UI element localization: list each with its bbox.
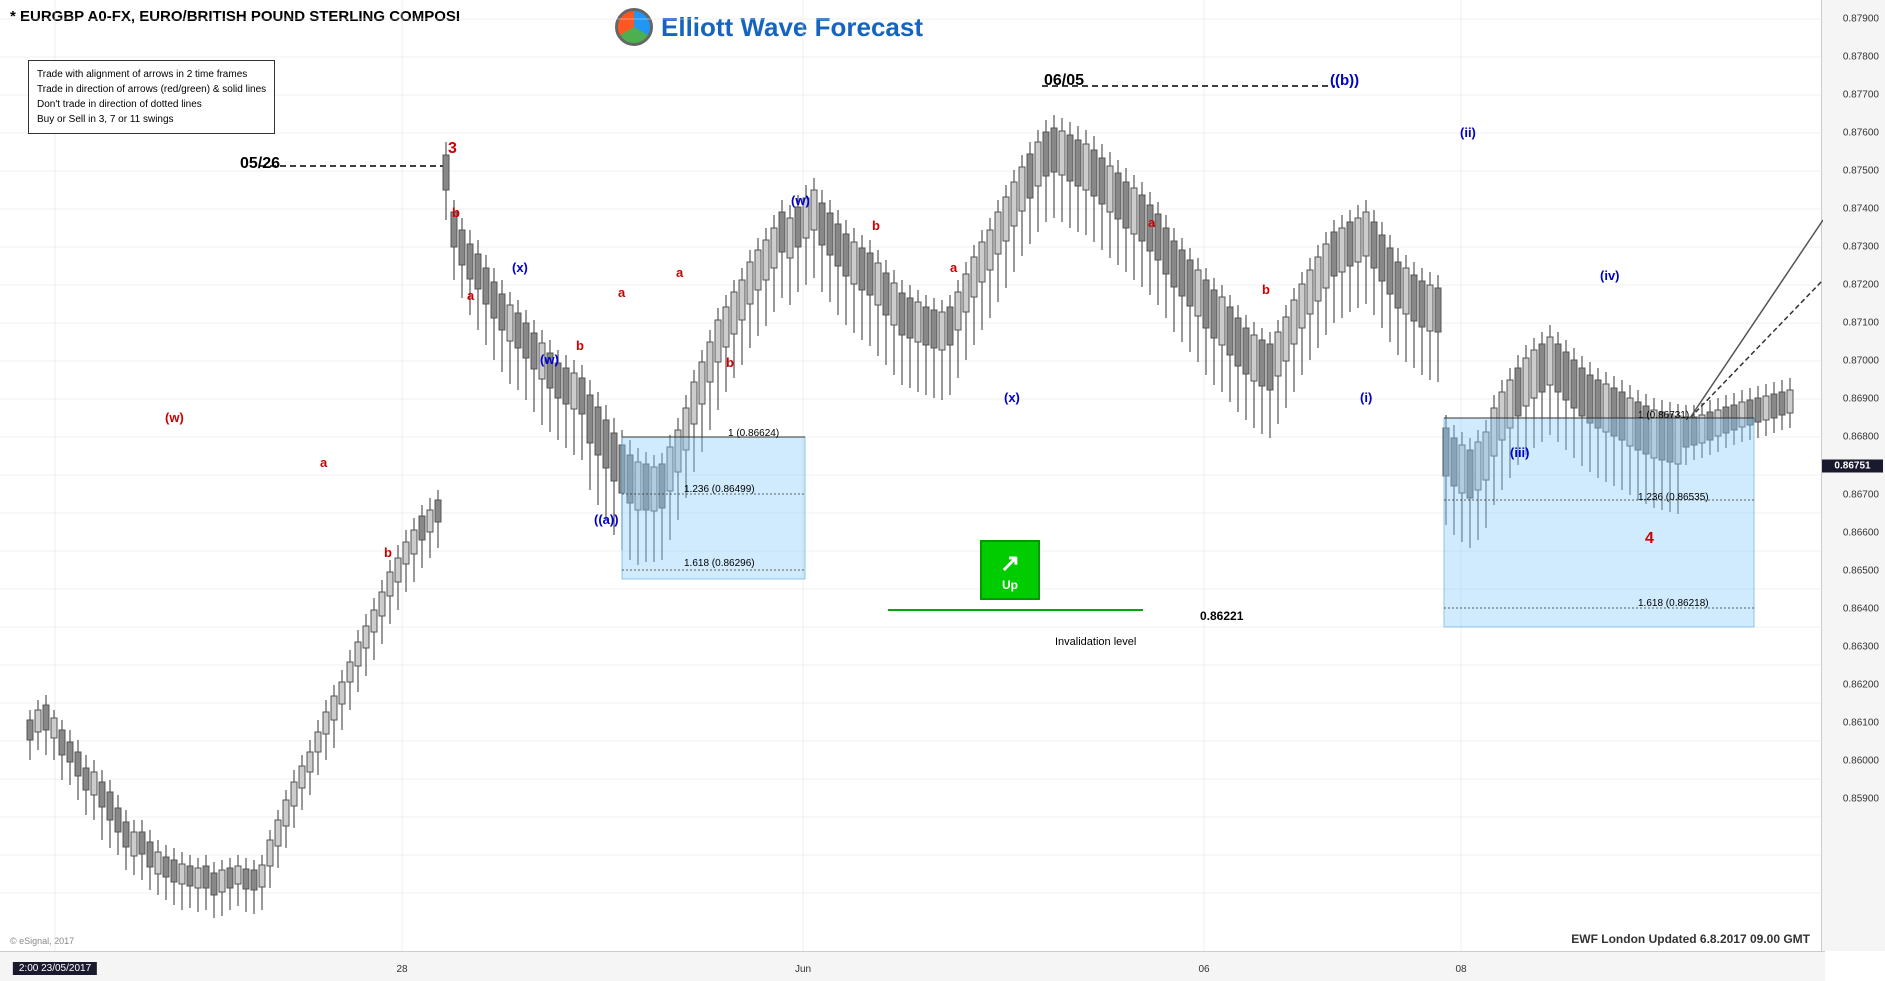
wave-label-a2: a [467,288,474,303]
wave-label-a3: a [618,285,625,300]
wave-label-a5: a [950,260,957,275]
wave-label-b5: b [872,218,880,233]
wave-label-w3: (w) [791,193,810,208]
wave-label-a6: a [1148,215,1155,230]
price-0875: 0.87500 [1843,166,1879,177]
fib-label-1236b: 1.236 (0.86535) [1638,492,1709,503]
wave-label-x2: (x) [1004,390,1020,405]
wave-label-aa: ((a)) [594,512,619,527]
price-0866: 0.86600 [1843,527,1879,538]
wave-label-ii: (ii) [1460,125,1476,140]
price-0874: 0.87400 [1843,204,1879,215]
wave-label-x1: (x) [512,260,528,275]
wave-label-b6: b [1262,282,1270,297]
up-signal-label: Up [1002,578,1018,592]
price-0871: 0.87100 [1843,318,1879,329]
wave-label-b4: b [726,355,734,370]
price-0873: 0.87300 [1843,242,1879,253]
fib-label-1b: 1 (0.86731) [1638,410,1689,421]
wave-label-a1: a [320,455,327,470]
instruction-line-3: Don't trade in direction of dotted lines [37,97,266,112]
price-0859: 0.85900 [1843,793,1879,804]
price-0879: 0.87900 [1843,14,1879,25]
wave-label-a4: a [676,265,683,280]
price-0872: 0.87200 [1843,280,1879,291]
price-0870: 0.87000 [1843,356,1879,367]
price-0863: 0.86300 [1843,641,1879,652]
fib-label-1618b: 1.618 (0.86218) [1638,598,1709,609]
price-current: 0.86751 [1822,459,1883,472]
wave-label-0605: 06/05 [1044,72,1084,90]
price-0877: 0.87700 [1843,90,1879,101]
invalidation-label: Invalidation level [1055,636,1136,648]
price-0864: 0.86400 [1843,603,1879,614]
wave-label-w1: (w) [165,410,184,425]
price-axis-bg: 0.87900 0.87800 0.87700 0.87600 0.87500 … [1821,0,1883,951]
wave-label-i: (i) [1360,390,1372,405]
instructions-box: Trade with alignment of arrows in 2 time… [28,60,275,134]
wave-label-iii: (iii) [1510,445,1530,460]
up-arrow-icon: ↗ [1000,549,1020,578]
instruction-line-1: Trade with alignment of arrows in 2 time… [37,67,266,82]
fib-label-1618a: 1.618 (0.86296) [684,558,755,569]
price-0869: 0.86900 [1843,394,1879,405]
price-0861: 0.86100 [1843,717,1879,728]
time-label-06: 06 [1198,964,1209,975]
price-0860: 0.86000 [1843,755,1879,766]
price-0865: 0.86500 [1843,565,1879,576]
wave-label-3: 3 [448,140,457,158]
wave-label-w2: (w) [540,352,559,367]
up-signal-box: ↗ Up [980,540,1040,600]
time-label-jun: Jun [795,964,811,975]
wave-label-iv: (iv) [1600,268,1620,283]
time-label-08: 08 [1455,964,1466,975]
wave-label-0526: 05/26 [240,155,280,173]
time-label-start: 2:00 23/05/2017 [13,962,97,975]
price-0878: 0.87800 [1843,52,1879,63]
candlestick-chart: 0.86221 [0,0,1823,951]
wave-label-4: 4 [1645,530,1654,548]
wave-label-b1: b [384,545,392,560]
wave-label-b3: b [576,338,584,353]
time-label-28: 28 [396,964,407,975]
wave-label-b2: b [452,205,460,220]
price-0868: 0.86800 [1843,432,1879,443]
price-0876: 0.87600 [1843,128,1879,139]
fib-label-1a: 1 (0.86624) [728,428,779,439]
price-0867: 0.86700 [1843,489,1879,500]
chart-container: * EURGBP A0-FX, EURO/BRITISH POUND STERL… [0,0,1885,981]
wave-label-bb: ((b)) [1330,72,1359,89]
svg-text:0.86221: 0.86221 [1200,609,1244,623]
fib-label-1236a: 1.236 (0.86499) [684,484,755,495]
instruction-line-4: Buy or Sell in 3, 7 or 11 swings [37,112,266,127]
time-axis-bg: 2:00 23/05/2017 28 Jun 06 08 [0,951,1823,981]
instruction-line-2: Trade in direction of arrows (red/green)… [37,82,266,97]
price-0862: 0.86200 [1843,679,1879,690]
